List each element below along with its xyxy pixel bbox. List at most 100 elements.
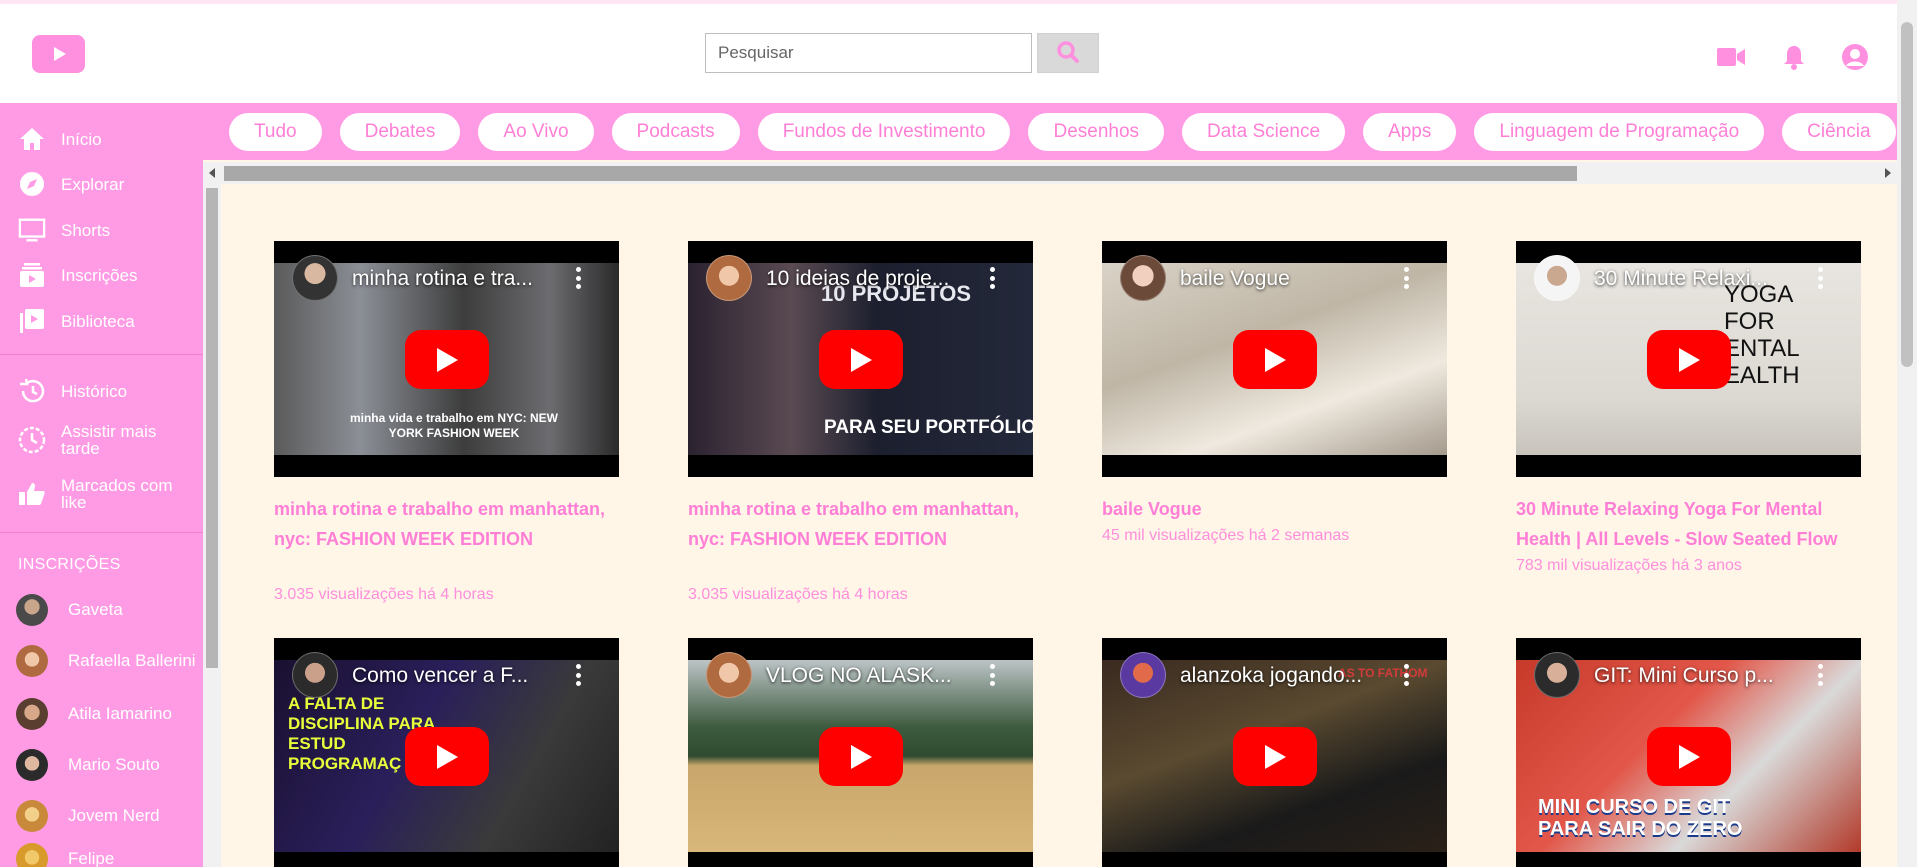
video-title[interactable]: minha rotina e trabalho em manhattan, ny…: [274, 494, 629, 554]
embed-video-title[interactable]: Como vencer a F...: [352, 664, 528, 688]
subscription-item[interactable]: Gaveta: [16, 594, 201, 626]
sidebar-item-explorar[interactable]: Explorar: [18, 170, 198, 198]
play-logo-icon: [53, 47, 66, 61]
thumbnail-caption: MINI CURSO DE GIT PARA SAIR DO ZERO: [1538, 796, 1743, 840]
embed-video-title[interactable]: 30 Minute Relaxi...: [1594, 267, 1768, 291]
top-header: [0, 0, 1897, 103]
sidebar: Início Explorar Shorts Inscrições Biblio…: [0, 103, 203, 867]
scroll-left-arrow-icon[interactable]: [209, 168, 215, 178]
more-options-icon[interactable]: [575, 664, 581, 686]
shorts-icon: [18, 216, 46, 244]
video-thumbnail[interactable]: minha vida e trabalho em NYC: NEW YORK F…: [274, 241, 619, 477]
sidebar-item-inicio[interactable]: Início: [18, 125, 198, 153]
channel-avatar[interactable]: [706, 652, 752, 698]
notifications-button[interactable]: [1779, 42, 1809, 72]
embed-video-title[interactable]: alanzoka jogando...: [1180, 664, 1362, 688]
embed-video-title[interactable]: baile Vogue: [1180, 267, 1290, 291]
chip-debates[interactable]: Debates: [339, 113, 461, 151]
subscription-item[interactable]: Rafaella Ballerini: [16, 645, 201, 677]
video-thumbnail[interactable]: A FALTA DE DISCIPLINA PARA ESTUD PROGRAM…: [274, 638, 619, 867]
channel-avatar[interactable]: [1534, 652, 1580, 698]
more-options-icon[interactable]: [1403, 267, 1409, 289]
page-vertical-scrollbar[interactable]: [1897, 0, 1917, 867]
library-icon: [18, 307, 46, 335]
scrollbar-thumb[interactable]: [1901, 22, 1913, 367]
chip-fundos-de-investimento[interactable]: Fundos de Investimento: [757, 113, 1011, 151]
play-button[interactable]: [1647, 727, 1731, 786]
sidebar-divider: [0, 532, 203, 533]
video-thumbnail[interactable]: baile Vogue: [1102, 241, 1447, 477]
video-title[interactable]: minha rotina e trabalho em manhattan, ny…: [688, 494, 1043, 554]
scrollbar-thumb[interactable]: [224, 166, 1577, 181]
search-button[interactable]: [1037, 33, 1099, 73]
video-thumbnail[interactable]: 10 PROJETOS PARA SEU PORTFÓLIO 10 ideias…: [688, 241, 1033, 477]
subscriptions-icon: [18, 261, 46, 289]
embed-video-title[interactable]: VLOG NO ALASK...: [766, 664, 952, 688]
chip-ao-vivo[interactable]: Ao Vivo: [478, 113, 594, 151]
chip-tudo[interactable]: Tudo: [229, 113, 322, 151]
chip-desenhos[interactable]: Desenhos: [1028, 113, 1165, 151]
sidebar-item-marcados-com-like[interactable]: Marcados com like: [18, 477, 198, 511]
chip-apps[interactable]: Apps: [1363, 113, 1457, 151]
chip-ciencia[interactable]: Ciência: [1782, 113, 1896, 151]
more-options-icon[interactable]: [989, 664, 995, 686]
video-thumbnail[interactable]: AS TO FATHOM alanzoka jogando...: [1102, 638, 1447, 867]
logo-button[interactable]: [32, 35, 85, 73]
more-options-icon[interactable]: [1403, 664, 1409, 686]
sidebar-item-shorts[interactable]: Shorts: [18, 216, 198, 244]
chip-linguagem-de-programacao[interactable]: Linguagem de Programação: [1474, 113, 1765, 151]
play-button[interactable]: [1233, 330, 1317, 389]
embed-video-title[interactable]: minha rotina e tra...: [352, 267, 533, 291]
chip-podcasts[interactable]: Podcasts: [611, 113, 740, 151]
sidebar-vertical-scrollbar[interactable]: [203, 184, 221, 867]
channel-avatar[interactable]: [1534, 255, 1580, 301]
more-options-icon[interactable]: [575, 267, 581, 289]
account-button[interactable]: [1840, 42, 1870, 72]
more-options-icon[interactable]: [1817, 267, 1823, 289]
subscription-item[interactable]: Felipe: [16, 843, 201, 867]
channel-avatar[interactable]: [706, 255, 752, 301]
chip-data-science[interactable]: Data Science: [1182, 113, 1346, 151]
sidebar-item-label: Inscrições: [61, 265, 138, 285]
channel-avatar[interactable]: [292, 652, 338, 698]
video-title[interactable]: baile Vogue: [1102, 494, 1457, 524]
search-input[interactable]: [705, 33, 1032, 73]
video-thumbnail[interactable]: MINI CURSO DE GIT PARA SAIR DO ZERO GIT:…: [1516, 638, 1861, 867]
video-thumbnail[interactable]: YOGA FOR ENTAL EALTH 30 Minute Relaxi...: [1516, 241, 1861, 477]
subscription-name: Atila Iamarino: [68, 704, 172, 723]
sidebar-item-inscricoes[interactable]: Inscrições: [18, 261, 198, 289]
avatar: [16, 645, 48, 677]
sidebar-item-assistir-mais-tarde[interactable]: Assistir mais tarde: [18, 423, 198, 457]
sidebar-item-label: Histórico: [61, 381, 128, 401]
play-icon: [437, 744, 458, 769]
play-button[interactable]: [819, 727, 903, 786]
play-button[interactable]: [1647, 330, 1731, 389]
channel-avatar[interactable]: [292, 255, 338, 301]
video-camera-icon: [1717, 48, 1745, 66]
subscription-item[interactable]: Mario Souto: [16, 749, 201, 781]
embed-video-title[interactable]: GIT: Mini Curso p...: [1594, 664, 1774, 688]
subscription-item[interactable]: Atila Iamarino: [16, 698, 201, 730]
subscription-name: Mario Souto: [68, 755, 160, 774]
play-button[interactable]: [405, 330, 489, 389]
play-button[interactable]: [819, 330, 903, 389]
play-button[interactable]: [405, 727, 489, 786]
more-options-icon[interactable]: [989, 267, 995, 289]
scrollbar-thumb[interactable]: [206, 188, 218, 668]
video-title[interactable]: 30 Minute Relaxing Yoga For Mental Healt…: [1516, 494, 1871, 554]
sidebar-item-historico[interactable]: Histórico: [18, 377, 198, 405]
embed-video-title[interactable]: 10 ideias de proje...: [766, 267, 949, 291]
subscription-item[interactable]: Jovem Nerd: [16, 800, 201, 832]
play-button[interactable]: [1233, 727, 1317, 786]
more-options-icon[interactable]: [1817, 664, 1823, 686]
sidebar-item-biblioteca[interactable]: Biblioteca: [18, 307, 198, 335]
video-thumbnail[interactable]: VLOG NO ALASK...: [688, 638, 1033, 867]
play-icon: [1265, 744, 1286, 769]
create-video-button[interactable]: [1716, 42, 1746, 72]
channel-avatar[interactable]: [1120, 652, 1166, 698]
channel-avatar[interactable]: [1120, 255, 1166, 301]
home-icon: [18, 125, 46, 153]
scroll-right-arrow-icon[interactable]: [1885, 168, 1891, 178]
chip-horizontal-scrollbar[interactable]: [203, 162, 1897, 184]
subscription-name: Gaveta: [68, 600, 123, 619]
